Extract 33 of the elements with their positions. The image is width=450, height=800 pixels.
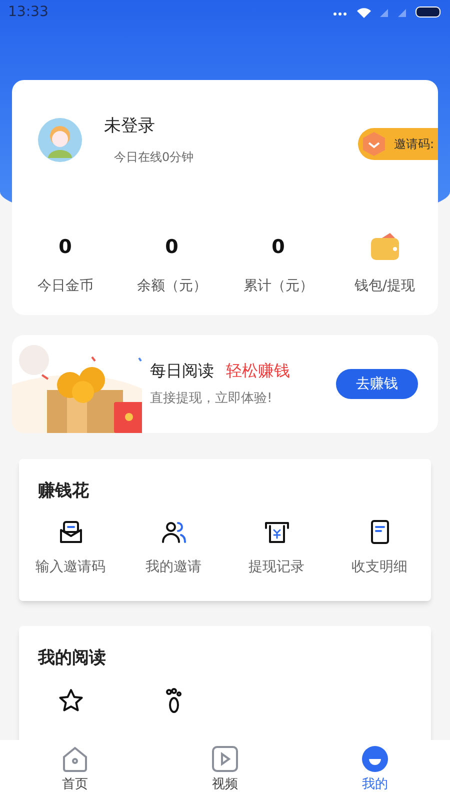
stat-value: 0 [165, 234, 178, 260]
home-icon [61, 745, 89, 774]
banner-highlight: 轻松赚钱 [226, 360, 290, 382]
menu-item-label[interactable]: 输入邀请码 [36, 556, 106, 578]
menu-item-label[interactable]: 收支明细 [352, 556, 408, 578]
menu-item-label[interactable]: 我的邀请 [146, 556, 202, 578]
stat-label: 余额（元） [136, 277, 207, 296]
avatar[interactable] [38, 118, 82, 162]
stat-value: 0 [272, 234, 285, 260]
banner-subtitle: 直接提现，立即体验! [150, 390, 274, 408]
stat-label: 今日金币 [37, 277, 94, 296]
signal-icon [380, 9, 388, 17]
section-title: 赚钱花 [38, 480, 90, 503]
video-icon [211, 745, 239, 774]
smile-icon [361, 745, 389, 774]
invite-code-badge[interactable]: 邀请码: [358, 128, 438, 160]
stat-value: 0 [58, 234, 72, 260]
menu-item-label[interactable]: 提现记录 [248, 556, 304, 578]
stat-label[interactable]: 钱包/提现 [354, 276, 416, 297]
section-title: 我的阅读 [38, 647, 107, 670]
wifi-icon [357, 8, 371, 18]
earn-button[interactable]: 去赚钱 [336, 369, 418, 399]
status-time: 13:33 [8, 2, 48, 22]
stat-label: 累计（元） [243, 277, 314, 296]
more-dots-icon [334, 12, 346, 16]
user-name[interactable]: 未登录 [104, 114, 194, 140]
nav-tab[interactable]: 视频 [150, 740, 300, 800]
nav-tab[interactable]: 我的 [300, 740, 450, 800]
banner-title: 每日阅读 [150, 360, 214, 382]
nav-tab[interactable]: 首页 [0, 740, 150, 800]
battery-icon [416, 6, 440, 18]
online-time: 今日在线0分钟 [113, 148, 194, 166]
signal-icon [398, 9, 406, 17]
